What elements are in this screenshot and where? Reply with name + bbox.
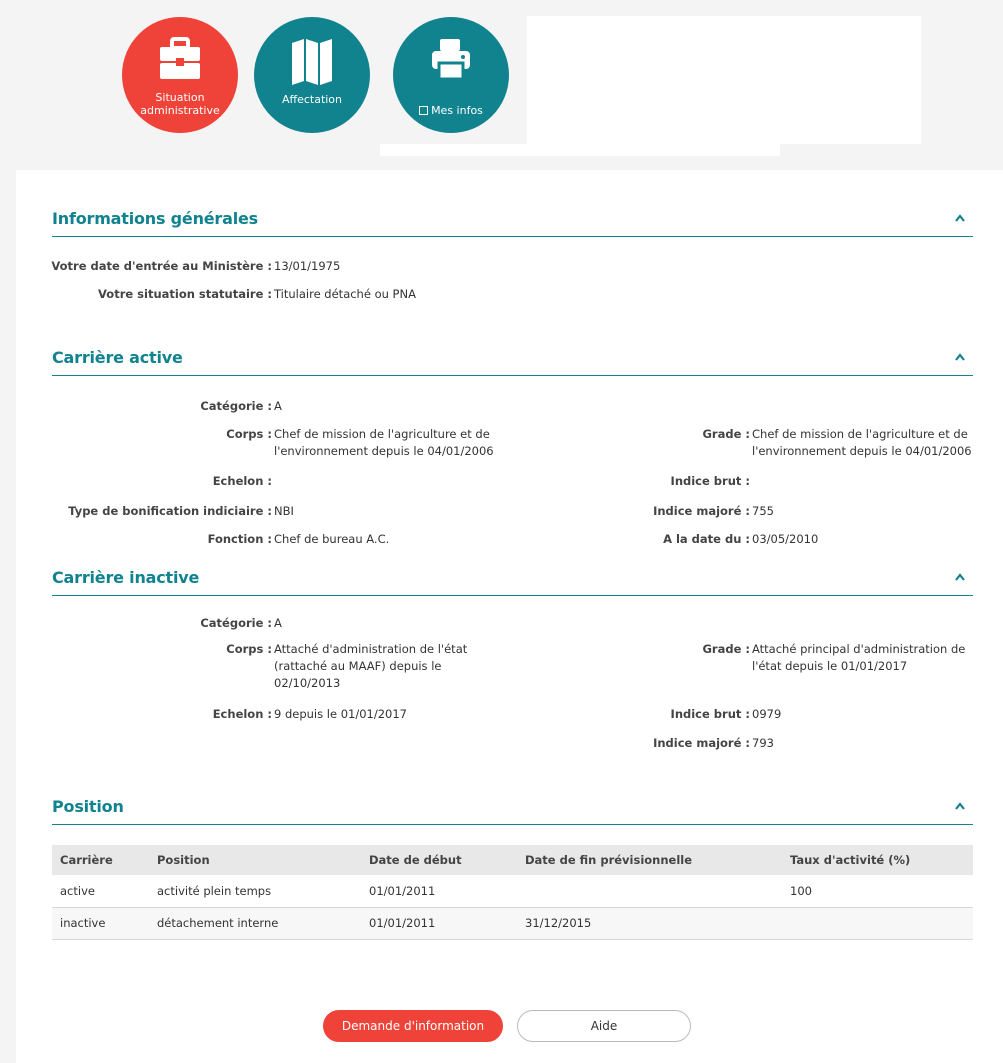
nav-affectation[interactable]: Affectation <box>254 17 370 133</box>
field-value: 9 depuis le 01/01/2017 <box>274 707 407 721</box>
briefcase-icon <box>122 37 238 87</box>
field-label: Fonction : <box>207 532 272 546</box>
table-cell: inactive <box>52 907 149 940</box>
field-value: NBI <box>274 504 294 518</box>
column-header: Date de début <box>361 845 517 875</box>
field-label: Grade : <box>702 642 750 656</box>
table-row: active activité plein temps 01/01/2011 1… <box>52 875 973 908</box>
field-value: Chef de mission de l'agriculture et de l… <box>274 427 494 458</box>
field-value: Chef de bureau A.C. <box>274 532 390 546</box>
help-button[interactable]: Aide <box>517 1010 691 1042</box>
field-label: Votre date d'entrée au Ministère : <box>51 259 272 273</box>
section-header-position: Position <box>52 795 973 825</box>
field-label: Catégorie : <box>200 616 272 630</box>
nav-label: Situation administrative <box>140 91 220 117</box>
field-value: Chef de mission de l'agriculture et de l… <box>752 427 972 458</box>
top-bar: Situation administrative Affectation Mes… <box>0 0 1003 160</box>
column-header: Carrière <box>52 845 149 875</box>
column-header: Date de fin prévisionnelle <box>517 845 782 875</box>
nav-mes-infos[interactable]: Mes infos <box>393 17 509 133</box>
table-cell: active <box>52 875 149 908</box>
field-label: Corps : <box>226 427 272 441</box>
field-value: 03/05/2010 <box>752 532 819 546</box>
section-header-active: Carrière active <box>52 346 973 376</box>
table-cell: 01/01/2011 <box>361 875 517 908</box>
field-value: Attaché principal d'administration de l'… <box>752 642 966 673</box>
field-label: Indice brut : <box>670 707 750 721</box>
field-value: Attaché d'administration de l'état (ratt… <box>274 642 468 690</box>
chevron-up-icon[interactable] <box>953 350 967 364</box>
field-label: Indice majoré : <box>653 504 750 518</box>
section-title: Informations générales <box>52 209 258 228</box>
field-value: A <box>274 616 282 630</box>
table-cell <box>782 907 973 940</box>
chevron-up-icon[interactable] <box>953 211 967 225</box>
map-icon <box>254 37 370 87</box>
blank-area <box>380 144 780 156</box>
field-label: Indice brut : <box>670 474 750 488</box>
nav-label: Affectation <box>281 93 343 106</box>
table-cell: 01/01/2011 <box>361 907 517 940</box>
printer-icon <box>393 37 509 87</box>
section-title: Carrière inactive <box>52 568 200 587</box>
chevron-up-icon[interactable] <box>953 799 967 813</box>
table-cell: activité plein temps <box>149 875 361 908</box>
request-information-button[interactable]: Demande d'information <box>323 1010 503 1042</box>
blank-area <box>527 16 921 144</box>
table-cell <box>517 875 782 908</box>
table-row: inactive détachement interne 01/01/2011 … <box>52 907 973 940</box>
field-label: Catégorie : <box>200 399 272 413</box>
document-icon <box>419 106 429 115</box>
field-value: Titulaire détaché ou PNA <box>274 287 416 301</box>
column-header: Position <box>149 845 361 875</box>
position-table: Carrière Position Date de début Date de … <box>52 845 973 940</box>
field-label: Grade : <box>702 427 750 441</box>
field-label: Corps : <box>226 642 272 656</box>
field-value: 755 <box>752 504 774 518</box>
table-header-row: Carrière Position Date de début Date de … <box>52 845 973 875</box>
field-value: A <box>274 399 282 413</box>
table-cell: 31/12/2015 <box>517 907 782 940</box>
nav-situation-administrative[interactable]: Situation administrative <box>122 17 238 133</box>
field-label: Echelon : <box>212 474 272 488</box>
field-label: Type de bonification indiciaire : <box>68 504 272 518</box>
field-value: 0979 <box>752 707 782 721</box>
field-label: Echelon : <box>212 707 272 721</box>
section-title: Carrière active <box>52 348 183 367</box>
table-cell: détachement interne <box>149 907 361 940</box>
field-value: 793 <box>752 736 774 750</box>
field-label: Votre situation statutaire : <box>98 287 272 301</box>
column-header: Taux d'activité (%) <box>782 845 973 875</box>
field-value: 13/01/1975 <box>274 259 341 273</box>
section-header-general: Informations générales <box>52 207 973 237</box>
section-header-inactive: Carrière inactive <box>52 566 973 596</box>
table-cell: 100 <box>782 875 973 908</box>
field-label: Indice majoré : <box>653 736 750 750</box>
chevron-up-icon[interactable] <box>953 570 967 584</box>
section-title: Position <box>52 797 124 816</box>
field-label: A la date du : <box>663 532 750 546</box>
nav-label: Mes infos <box>397 104 505 117</box>
